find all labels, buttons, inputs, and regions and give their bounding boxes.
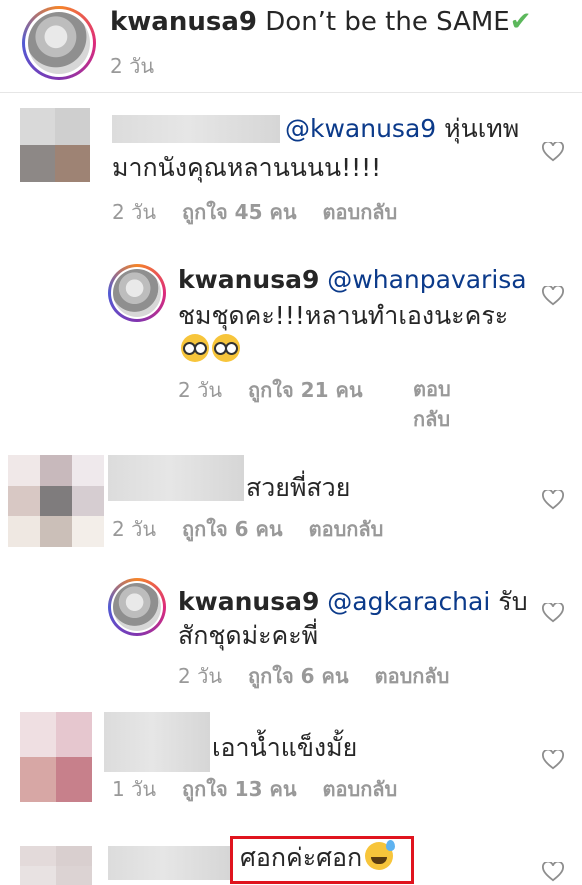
reply-button[interactable]: ตอบ กลับ: [413, 374, 451, 434]
reply-button[interactable]: ตอบกลับ: [323, 200, 398, 224]
commenter-avatar[interactable]: [8, 455, 104, 547]
comment-text-part: หุ่นเทพ: [444, 114, 520, 143]
reply-text-line2: สักชุดม่ะคะพี่: [178, 621, 319, 650]
commenter-username[interactable]: [104, 712, 210, 772]
reply-emoji-line: [178, 332, 240, 368]
likes-count[interactable]: ถูกใจ 45 คน: [182, 200, 297, 224]
reply-mention[interactable]: @agkarachai: [327, 587, 490, 616]
comment-time: 1 วัน: [112, 777, 156, 801]
post-username[interactable]: kwanusa9: [110, 7, 257, 37]
reply-author-avatar[interactable]: [108, 578, 166, 636]
reply-meta: 2 วัน ถูกใจ 21 คน: [178, 374, 389, 406]
nerd-face-emoji: [212, 334, 240, 362]
post-author-avatar[interactable]: [22, 6, 96, 80]
sweat-smile-emoji: [365, 840, 396, 870]
post-caption-line: kwanusa9 Don’t be the SAME✔: [110, 4, 532, 40]
reply-username[interactable]: kwanusa9: [178, 265, 319, 294]
likes-count[interactable]: ถูกใจ 21 คน: [248, 378, 363, 402]
reply-text: kwanusa9 @whanpavarisa: [178, 262, 527, 298]
reply-text: kwanusa9 @agkarachai รับ: [178, 584, 528, 620]
reply-button-line2[interactable]: กลับ: [413, 404, 451, 434]
reply-author-avatar[interactable]: [108, 264, 166, 322]
heart-icon[interactable]: [542, 142, 564, 162]
comment-meta: 2 วัน ถูกใจ 6 คน ตอบกลับ: [112, 513, 409, 545]
commenter-username[interactable]: [108, 455, 244, 501]
commenter-username[interactable]: [112, 115, 280, 143]
nerd-face-emoji: [181, 334, 209, 362]
reply-time: 2 วัน: [178, 378, 222, 402]
reply-mention[interactable]: @whanpavarisa: [327, 265, 526, 294]
heart-icon[interactable]: [542, 286, 564, 306]
comment-text-line2: มากนังคุณหลานนนน!!!!: [112, 153, 382, 182]
heart-icon[interactable]: [542, 490, 564, 510]
reply-button[interactable]: ตอบกลับ: [375, 664, 450, 688]
reply-button-line1[interactable]: ตอบ: [413, 374, 451, 404]
commenter-avatar[interactable]: [20, 108, 90, 182]
reply-username[interactable]: kwanusa9: [178, 587, 319, 616]
reply-time: 2 วัน: [178, 664, 222, 688]
comment-meta: 1 วัน ถูกใจ 13 คน ตอบกลับ: [112, 773, 423, 805]
likes-count[interactable]: ถูกใจ 13 คน: [182, 777, 297, 801]
comment-time: 2 วัน: [112, 517, 156, 541]
post-caption: Don’t be the SAME: [265, 7, 510, 37]
comment-text: @kwanusa9 หุ่นเทพ: [285, 111, 519, 147]
reply-button[interactable]: ตอบกลับ: [323, 777, 398, 801]
comment-time: 2 วัน: [112, 200, 156, 224]
comment-text-part: ศอกค่ะศอก: [240, 843, 363, 872]
reply-text-part: รับ: [498, 587, 528, 616]
reply-button[interactable]: ตอบกลับ: [309, 517, 384, 541]
commenter-avatar[interactable]: [20, 712, 92, 802]
divider: [0, 92, 582, 93]
commenter-avatar[interactable]: [20, 846, 92, 885]
reply-text-line2: ชมชุดคะ!!!หลานทำเองนะคระ: [178, 301, 509, 330]
comment-text: ศอกค่ะศอก: [240, 840, 396, 876]
comment-text: เอาน้ำแข็งมั้ย: [212, 733, 358, 762]
heart-icon[interactable]: [542, 750, 564, 770]
heart-icon[interactable]: [542, 862, 564, 882]
post-time: 2 วัน: [110, 54, 154, 78]
likes-count[interactable]: ถูกใจ 6 คน: [248, 664, 349, 688]
comment-mention[interactable]: @kwanusa9: [285, 114, 436, 143]
heart-icon[interactable]: [542, 603, 564, 623]
commenter-username[interactable]: [108, 846, 230, 880]
comment-meta: 2 วัน ถูกใจ 45 คน ตอบกลับ: [112, 196, 423, 228]
reply-meta: 2 วัน ถูกใจ 6 คน ตอบกลับ: [178, 660, 475, 692]
check-icon: ✔: [509, 7, 532, 37]
comment-text: สวยพี่สวย: [246, 473, 351, 502]
likes-count[interactable]: ถูกใจ 6 คน: [182, 517, 283, 541]
